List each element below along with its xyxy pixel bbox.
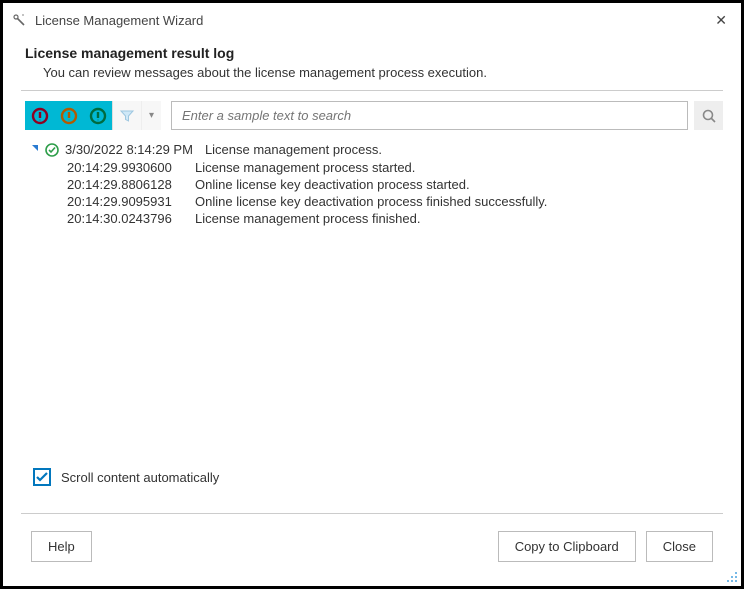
log-parent-row[interactable]: 3/30/2022 8:14:29 PM License management … xyxy=(31,140,719,159)
filter-warning-button[interactable] xyxy=(54,101,83,130)
log-timestamp: 20:14:30.0243796 xyxy=(67,211,195,226)
filter-funnel-button[interactable] xyxy=(112,101,141,130)
log-row: 20:14:30.0243796 License management proc… xyxy=(67,210,719,227)
wizard-icon xyxy=(11,12,27,28)
log-row: 20:14:29.8806128 Online license key deac… xyxy=(67,176,719,193)
log-message: Online license key deactivation process … xyxy=(195,194,547,209)
page-title: License management result log xyxy=(25,45,719,61)
log-timestamp: 20:14:29.9095931 xyxy=(67,194,195,209)
log-row: 20:14:29.9095931 Online license key deac… xyxy=(67,193,719,210)
log-timestamp: 20:14:29.8806128 xyxy=(67,177,195,192)
footer-divider xyxy=(21,513,723,514)
log-parent-timestamp: 3/30/2022 8:14:29 PM xyxy=(65,142,193,157)
log-message: License management process finished. xyxy=(195,211,420,226)
copy-to-clipboard-button[interactable]: Copy to Clipboard xyxy=(498,531,636,562)
button-row: Help Copy to Clipboard Close xyxy=(31,531,713,562)
filter-info-button[interactable] xyxy=(83,101,112,130)
expand-toggle-icon[interactable] xyxy=(31,144,41,156)
scroll-auto-checkbox[interactable] xyxy=(33,468,51,486)
success-check-icon xyxy=(45,143,59,157)
close-button[interactable]: Close xyxy=(646,531,713,562)
scroll-auto-option: Scroll content automatically xyxy=(33,468,219,486)
window-close-button[interactable]: ✕ xyxy=(711,10,731,31)
log-row: 20:14:29.9930600 License management proc… xyxy=(67,159,719,176)
scroll-auto-label: Scroll content automatically xyxy=(61,470,219,485)
log-message: Online license key deactivation process … xyxy=(195,177,470,192)
log-parent-message: License management process. xyxy=(205,142,382,157)
search-wrap xyxy=(171,101,723,130)
log-area: 3/30/2022 8:14:29 PM License management … xyxy=(3,136,741,430)
resize-grip-icon[interactable] xyxy=(726,571,738,583)
toolbar: ▾ xyxy=(3,91,741,136)
log-message: License management process started. xyxy=(195,160,415,175)
search-button[interactable] xyxy=(694,101,723,130)
help-button[interactable]: Help xyxy=(31,531,92,562)
search-input[interactable] xyxy=(171,101,688,130)
log-timestamp: 20:14:29.9930600 xyxy=(67,160,195,175)
header: License management result log You can re… xyxy=(3,37,741,90)
filter-error-button[interactable] xyxy=(25,101,54,130)
filter-dropdown-button[interactable]: ▾ xyxy=(141,101,161,130)
page-subtitle: You can review messages about the licens… xyxy=(25,65,719,80)
log-children: 20:14:29.9930600 License management proc… xyxy=(31,159,719,227)
titlebar: License Management Wizard ✕ xyxy=(3,3,741,37)
window-title: License Management Wizard xyxy=(35,13,711,28)
